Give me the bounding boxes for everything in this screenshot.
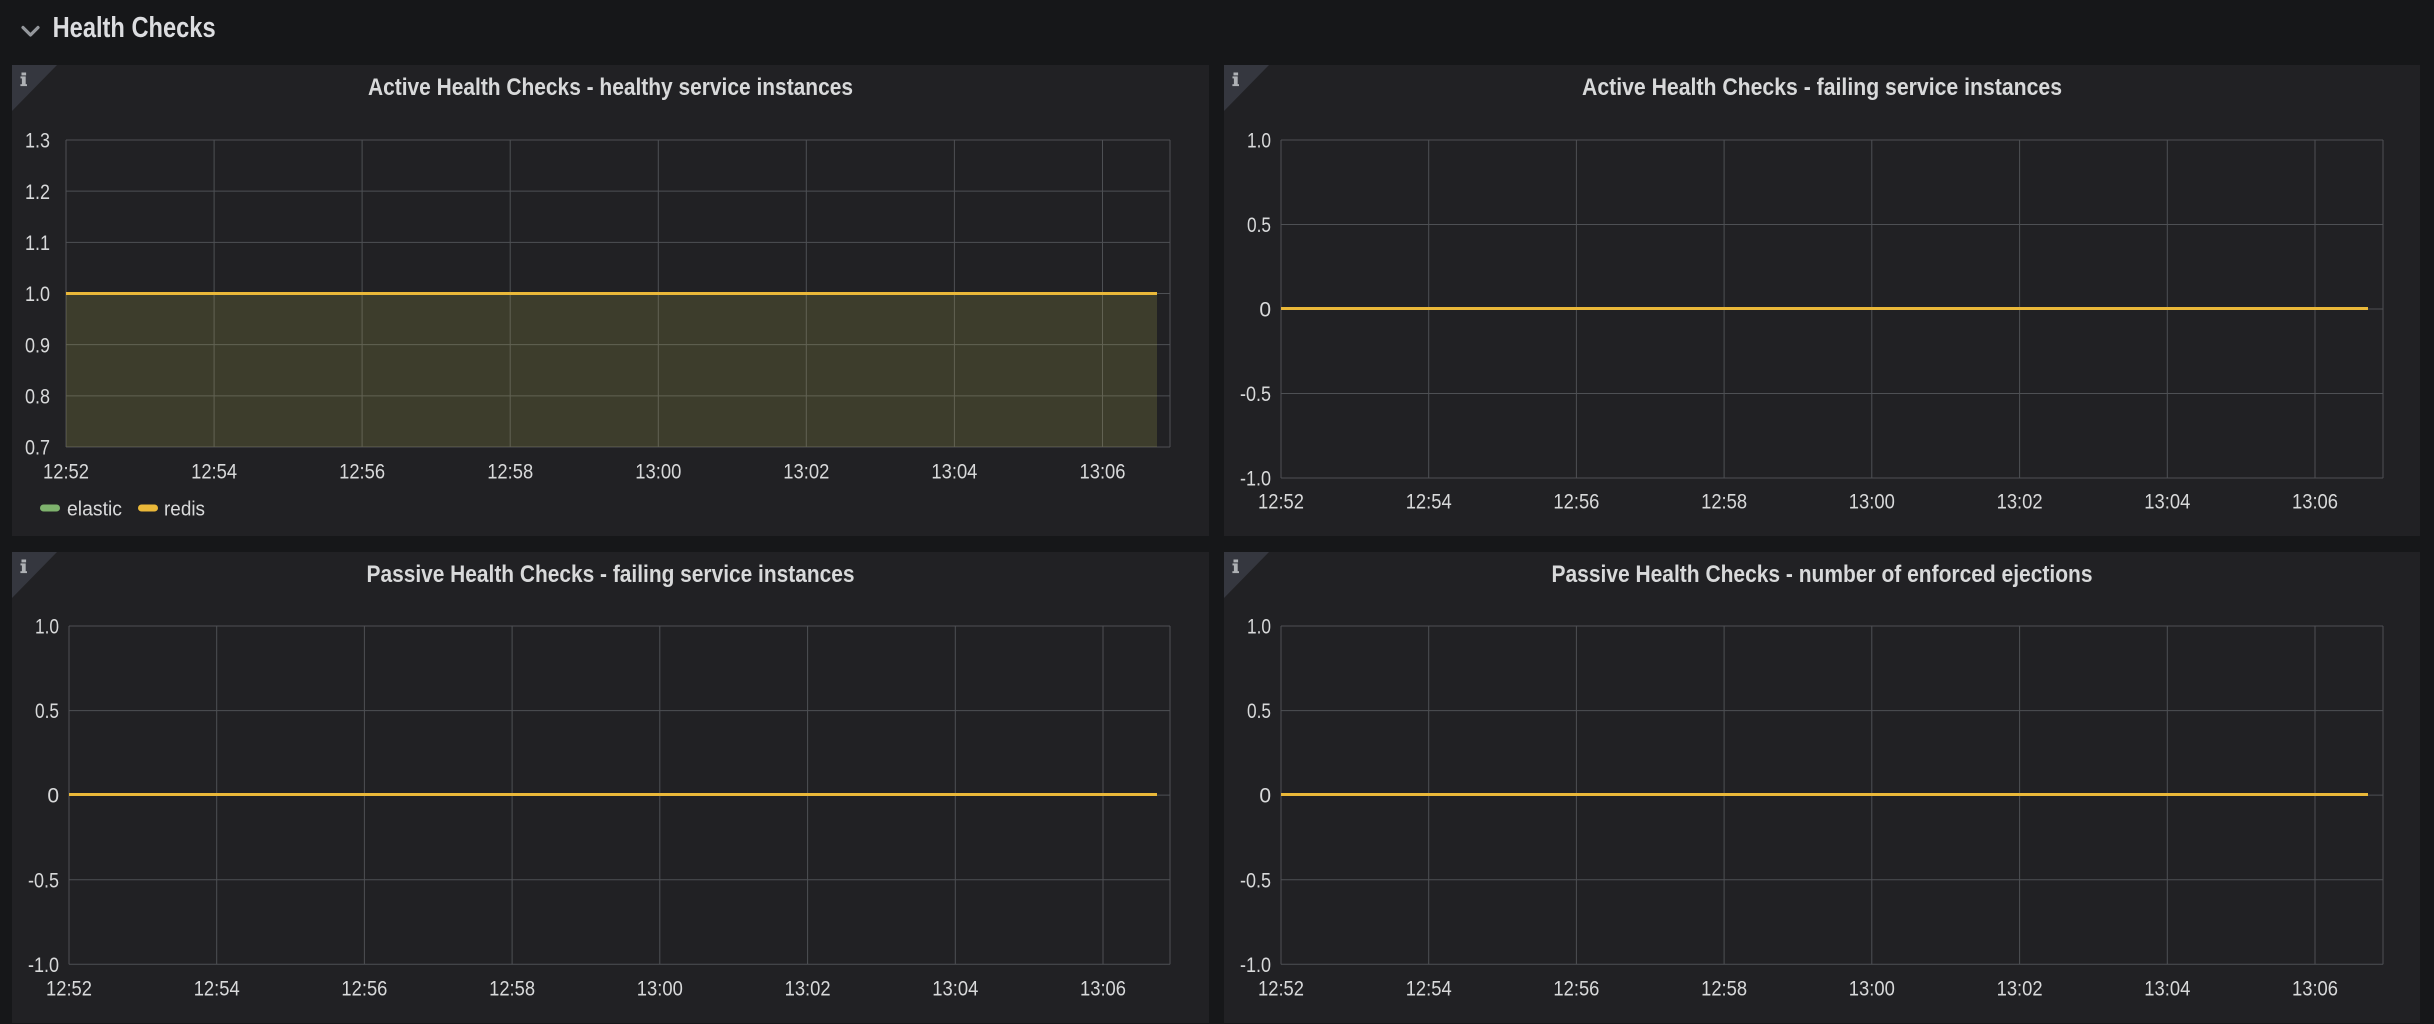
- svg-text:13:06: 13:06: [2292, 978, 2338, 1001]
- svg-text:12:56: 12:56: [341, 978, 387, 1001]
- svg-text:12:52: 12:52: [1258, 978, 1304, 1001]
- svg-text:13:04: 13:04: [2144, 491, 2190, 514]
- svg-text:12:58: 12:58: [489, 978, 535, 1001]
- svg-text:13:00: 13:00: [637, 978, 683, 1001]
- svg-text:12:58: 12:58: [487, 461, 533, 484]
- svg-text:0.9: 0.9: [25, 334, 50, 357]
- svg-text:0.5: 0.5: [1247, 700, 1271, 723]
- svg-text:12:56: 12:56: [1553, 491, 1599, 514]
- svg-text:13:02: 13:02: [785, 978, 831, 1001]
- svg-text:12:54: 12:54: [1406, 491, 1452, 514]
- svg-text:13:00: 13:00: [635, 461, 681, 484]
- svg-text:12:54: 12:54: [191, 461, 237, 484]
- svg-text:0.7: 0.7: [25, 437, 50, 460]
- svg-text:13:00: 13:00: [1849, 978, 1895, 1001]
- svg-text:-0.5: -0.5: [28, 869, 59, 892]
- svg-text:13:02: 13:02: [783, 461, 829, 484]
- svg-text:12:52: 12:52: [1258, 491, 1304, 514]
- svg-text:Health Checks: Health Checks: [53, 12, 216, 44]
- svg-text:1.0: 1.0: [25, 283, 50, 306]
- svg-text:12:52: 12:52: [46, 978, 92, 1001]
- svg-text:13:02: 13:02: [1997, 978, 2043, 1001]
- svg-text:12:58: 12:58: [1701, 491, 1747, 514]
- svg-text:13:06: 13:06: [1080, 978, 1126, 1001]
- svg-text:0: 0: [1259, 785, 1271, 808]
- svg-text:1.2: 1.2: [25, 181, 50, 204]
- svg-text:1.0: 1.0: [1247, 130, 1271, 153]
- svg-text:13:00: 13:00: [1849, 491, 1895, 514]
- svg-text:1.3: 1.3: [25, 130, 50, 153]
- svg-text:12:58: 12:58: [1701, 978, 1747, 1001]
- svg-text:0: 0: [1259, 299, 1271, 322]
- svg-text:1.0: 1.0: [1247, 616, 1271, 639]
- svg-text:-0.5: -0.5: [1240, 383, 1271, 406]
- svg-text:Active Health Checks - healthy: Active Health Checks - healthy service i…: [368, 74, 853, 101]
- svg-text:elastic: elastic: [67, 499, 122, 521]
- svg-text:12:52: 12:52: [43, 461, 89, 484]
- svg-text:13:04: 13:04: [931, 461, 977, 484]
- svg-text:-1.0: -1.0: [1240, 954, 1271, 977]
- svg-text:-0.5: -0.5: [1240, 869, 1271, 892]
- svg-text:13:06: 13:06: [1080, 461, 1126, 484]
- svg-text:0: 0: [47, 785, 59, 808]
- svg-text:0.5: 0.5: [35, 700, 59, 723]
- svg-text:12:54: 12:54: [1406, 978, 1452, 1001]
- svg-text:12:56: 12:56: [1553, 978, 1599, 1001]
- svg-text:-1.0: -1.0: [28, 954, 59, 977]
- svg-text:13:04: 13:04: [2144, 978, 2190, 1001]
- svg-text:Passive Health Checks - number: Passive Health Checks - number of enforc…: [1552, 561, 2093, 588]
- svg-text:12:56: 12:56: [339, 461, 385, 484]
- svg-text:13:02: 13:02: [1997, 491, 2043, 514]
- svg-text:redis: redis: [164, 499, 205, 521]
- svg-text:12:54: 12:54: [194, 978, 240, 1001]
- svg-text:Active Health Checks - failing: Active Health Checks - failing service i…: [1582, 74, 2062, 101]
- svg-text:1.0: 1.0: [35, 616, 59, 639]
- svg-text:13:06: 13:06: [2292, 491, 2338, 514]
- svg-text:-1.0: -1.0: [1240, 468, 1271, 491]
- svg-text:0.5: 0.5: [1247, 214, 1271, 237]
- svg-text:1.1: 1.1: [25, 232, 50, 255]
- svg-text:0.8: 0.8: [25, 385, 50, 408]
- svg-text:Passive Health Checks - failin: Passive Health Checks - failing service …: [367, 561, 855, 588]
- svg-text:13:04: 13:04: [932, 978, 978, 1001]
